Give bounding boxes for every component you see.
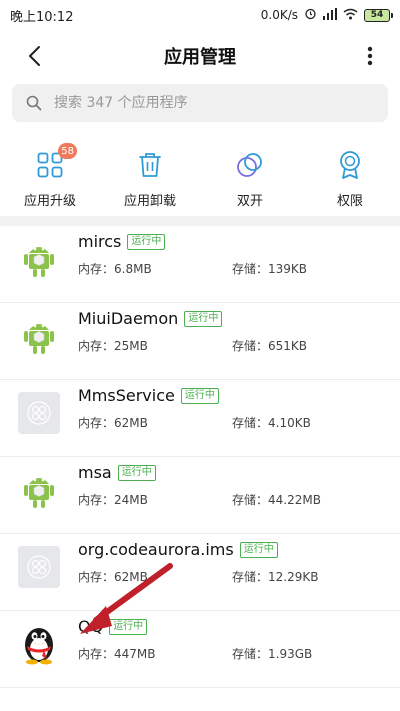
trash-icon: [133, 148, 167, 182]
quick-actions-toolbar: 58 应用升级 应用卸载 双开 权限: [0, 140, 400, 216]
search-bar[interactable]: [12, 84, 388, 122]
app-name: msa 运行中: [78, 463, 156, 482]
list-item-org-codeaurora-ims[interactable]: org.codeaurora.ims 运行中 内存：62MB 存储：12.29KB: [0, 534, 400, 611]
storage-usage: 存储：4.10KB: [232, 416, 311, 430]
storage-usage: 存储：651KB: [232, 339, 308, 353]
app-list: mircs 运行中 内存：6.8MB 存储：139KB MiuiDaemon 运行中…: [0, 226, 400, 688]
status-badge: 运行中: [109, 618, 148, 635]
storage-usage: 存储：12.29KB: [232, 570, 319, 584]
search-icon: [26, 95, 42, 111]
memory-usage: 内存：24MB: [78, 493, 148, 507]
memory-usage: 内存：62MB: [78, 416, 148, 430]
signal-icon: [323, 7, 337, 23]
android-icon: [18, 469, 60, 511]
chevron-left-icon: [29, 46, 40, 66]
qq-penguin-icon: [18, 623, 60, 665]
status-badge: 运行中: [239, 541, 278, 558]
memory-usage: 内存：62MB: [78, 570, 148, 584]
list-item-msa[interactable]: msa 运行中 内存：24MB 存储：44.22MB: [0, 457, 400, 534]
tool-permissions[interactable]: 权限: [300, 140, 400, 216]
placeholder-app-icon: [18, 546, 60, 588]
tool-app-upgrade[interactable]: 58 应用升级: [0, 140, 100, 216]
placeholder-app-icon: [18, 392, 60, 434]
list-item-qq[interactable]: QQ 运行中 内存：447MB 存储：1.93GB: [0, 611, 400, 688]
app-name: mircs 运行中: [78, 232, 166, 251]
status-badge: 运行中: [127, 233, 166, 250]
section-divider: [0, 216, 400, 226]
app-name: QQ 运行中: [78, 617, 148, 636]
app-header: 应用管理: [0, 30, 400, 82]
more-vertical-icon: [367, 46, 373, 66]
status-bar: 晚上10:12 0.0K/s 54: [0, 0, 400, 30]
app-name: MmsService 运行中: [78, 386, 219, 405]
list-item-mmsservice[interactable]: MmsService 运行中 内存：62MB 存储：4.10KB: [0, 380, 400, 457]
search-input[interactable]: [54, 95, 354, 111]
tool-label: 权限: [336, 194, 363, 209]
status-time: 晚上10:12: [10, 9, 74, 25]
network-speed: 0.0K/s: [260, 8, 298, 22]
dual-circles-icon: [233, 148, 267, 182]
app-name: org.codeaurora.ims 运行中: [78, 540, 278, 559]
back-button[interactable]: [20, 42, 48, 70]
alarm-icon: [304, 7, 317, 23]
tool-label: 应用卸载: [123, 194, 176, 209]
battery-icon: 54: [364, 8, 393, 22]
app-upgrade-icon: 58: [33, 143, 77, 182]
status-badge: 运行中: [184, 310, 223, 327]
app-name: MiuiDaemon 运行中: [78, 309, 223, 328]
storage-usage: 存储：139KB: [232, 262, 308, 276]
app-name-text: MmsService: [78, 386, 175, 405]
android-icon: [18, 315, 60, 357]
wifi-icon: [343, 8, 358, 23]
app-name-text: org.codeaurora.ims: [78, 540, 234, 559]
app-name-text: QQ: [78, 617, 104, 636]
status-badge: 运行中: [117, 464, 156, 481]
award-ribbon-icon: [333, 148, 367, 182]
storage-usage: 存储：44.22MB: [232, 493, 321, 507]
page-title: 应用管理: [164, 47, 236, 68]
list-item-mircs[interactable]: mircs 运行中 内存：6.8MB 存储：139KB: [0, 226, 400, 303]
list-item-miuidaemon[interactable]: MiuiDaemon 运行中 内存：25MB 存储：651KB: [0, 303, 400, 380]
tool-app-uninstall[interactable]: 应用卸载: [100, 140, 200, 216]
status-badge: 运行中: [180, 387, 219, 404]
storage-usage: 存储：1.93GB: [232, 647, 313, 661]
app-name-text: msa: [78, 463, 112, 482]
battery-level: 54: [370, 10, 384, 20]
app-name-text: MiuiDaemon: [78, 309, 179, 328]
upgrade-count-badge: 58: [58, 143, 77, 159]
app-name-text: mircs: [78, 232, 122, 251]
android-icon: [18, 238, 60, 280]
memory-usage: 内存：6.8MB: [78, 262, 152, 276]
more-options-button[interactable]: [358, 42, 382, 70]
tool-label: 应用升级: [23, 194, 76, 209]
tool-dual-apps[interactable]: 双开: [200, 140, 300, 216]
status-indicators: 0.0K/s 54: [260, 7, 393, 23]
memory-usage: 内存：447MB: [78, 647, 156, 661]
memory-usage: 内存：25MB: [78, 339, 148, 353]
tool-label: 双开: [236, 194, 263, 209]
